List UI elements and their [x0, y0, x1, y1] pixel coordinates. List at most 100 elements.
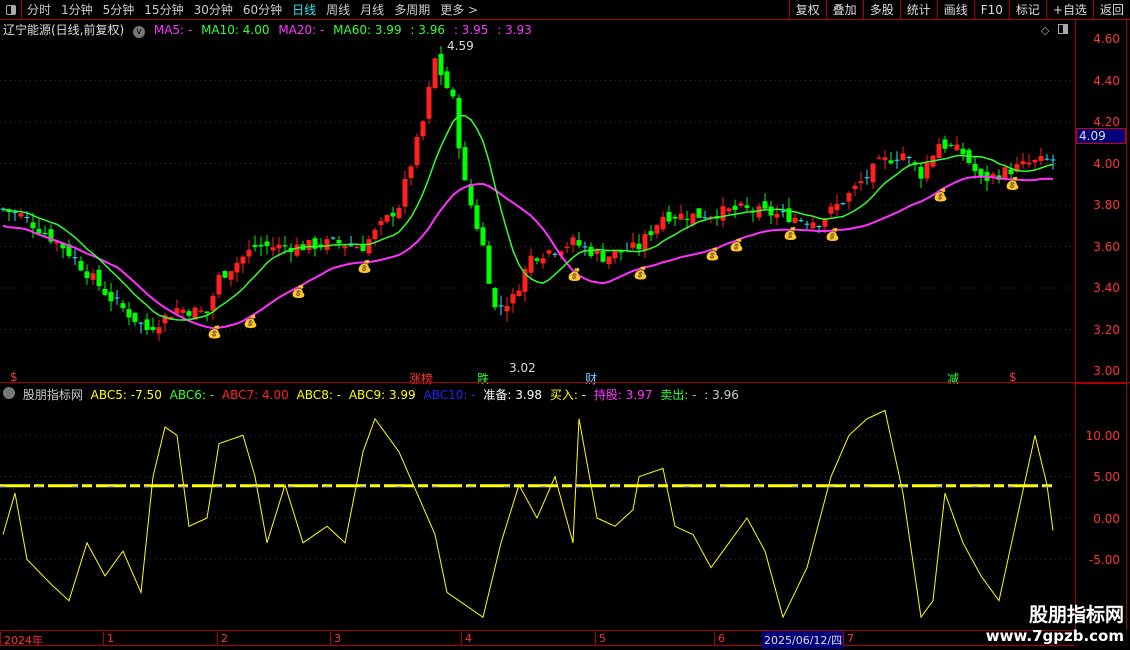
candle-body [432, 58, 438, 89]
candle-body [642, 234, 648, 250]
period-tab[interactable]: 60分钟 [238, 1, 287, 18]
candle-body [396, 207, 402, 219]
money-bag-icon: 💰 [705, 247, 720, 261]
money-bag-icon: 💰 [243, 315, 258, 329]
candle-body [948, 144, 954, 146]
toolbar-button[interactable]: 复权 [788, 0, 826, 20]
candle-body [444, 71, 450, 89]
date-label: 4 [461, 632, 472, 646]
price-tick: 3.20 [1093, 322, 1120, 337]
candle-body [900, 153, 906, 161]
candle-body [126, 309, 132, 318]
money-bag-icon: 💰 [1005, 176, 1020, 190]
candle-body [1008, 169, 1014, 175]
period-tab[interactable]: 5分钟 [98, 1, 140, 18]
price-tick: 3.80 [1093, 198, 1120, 212]
candle-body [756, 206, 762, 218]
candle-body [576, 240, 582, 246]
watermark-url: www.7gpzb.com [985, 627, 1124, 645]
candle-body [528, 255, 534, 273]
money-bag-icon: 💰 [933, 188, 948, 202]
candle-body [186, 311, 192, 316]
candle-body [552, 253, 558, 255]
candle-body [246, 249, 252, 257]
kline-chart[interactable]: 💰 💰 💰 💰 💰 💰 💰 💰 💰 💰 💰 💰 [0, 0, 1075, 630]
candle-body [774, 213, 780, 218]
event-marker[interactable]: 涨榜 [407, 370, 435, 387]
candle-body [234, 262, 240, 273]
period-tab[interactable]: 周线 [321, 1, 355, 18]
candle-body [504, 305, 510, 312]
date-label: 7 [843, 632, 854, 646]
candle-body [828, 206, 834, 214]
candle-body [420, 121, 426, 137]
candle-body [978, 168, 984, 177]
candle-body [90, 273, 96, 280]
period-tab[interactable]: 分时 [22, 1, 56, 18]
toolbar-button[interactable]: 统计 [899, 0, 937, 20]
abc9-value: ABC9: 3.99 [348, 388, 416, 402]
period-tab[interactable]: 日线 [287, 1, 321, 18]
candle-body [648, 231, 654, 236]
hold-value: 持股: 3.97 [593, 388, 653, 402]
event-marker[interactable]: 财 [583, 370, 599, 387]
selected-date: 2025/06/12/四 [762, 631, 845, 649]
candle-body [882, 157, 888, 160]
date-label: 5 [595, 632, 606, 646]
sell-extra-value: : 3.96 [704, 388, 739, 402]
toolbar-button[interactable]: 画线 [936, 0, 974, 20]
ma60-value: MA60: 3.99 [333, 23, 402, 37]
candle-body [486, 245, 492, 284]
candle-body [594, 250, 600, 254]
candle-body [666, 211, 672, 222]
toolbar-button[interactable]: 返回 [1092, 0, 1130, 20]
toolbar-button[interactable]: F10 [973, 0, 1009, 20]
candle-body [216, 274, 222, 295]
toolbar-button[interactable]: 标记 [1008, 0, 1046, 20]
ma-short-line [2, 114, 1054, 321]
period-tab[interactable]: 1分钟 [56, 1, 98, 18]
candle-body [726, 208, 732, 212]
main-chart-legend: 辽宁能源(日线,前复权) v MA5: - MA10: 4.00 MA20: -… [3, 21, 537, 38]
candle-body [906, 157, 912, 159]
price-tick: 4.40 [1093, 73, 1120, 88]
ma-value-3: : 3.93 [497, 23, 532, 37]
sell-value: 卖出: - [660, 388, 697, 402]
candle-body [96, 269, 102, 287]
panel-divider[interactable] [0, 382, 1130, 383]
candle-body [438, 53, 444, 76]
panel-toggle-icon[interactable] [1058, 24, 1068, 34]
candle-body [744, 205, 750, 208]
money-bag-icon: 💰 [729, 238, 744, 252]
chevron-down-icon[interactable] [3, 387, 15, 399]
candle-body [222, 270, 228, 278]
toolbar-button[interactable]: 多股 [862, 0, 900, 20]
period-tab[interactable]: 30分钟 [189, 1, 238, 18]
candle-body [972, 163, 978, 171]
candle-body [330, 237, 336, 239]
candle-body [18, 213, 24, 217]
event-marker[interactable]: 跌 [475, 370, 491, 387]
money-bag-icon: 💰 [567, 268, 582, 282]
candle-body [1050, 159, 1056, 161]
period-tab[interactable]: 多周期 [389, 1, 435, 18]
candle-body [732, 205, 738, 210]
toolbar-button[interactable]: +自选 [1045, 0, 1093, 20]
event-marker[interactable]: 减 [945, 370, 961, 387]
indicator-tick: 10.00 [1085, 429, 1120, 443]
diamond-icon[interactable]: ◇ [1041, 24, 1049, 37]
period-tab[interactable]: 15分钟 [139, 1, 188, 18]
period-tab[interactable]: 更多 > [435, 1, 483, 18]
toolbar-button[interactable]: 叠加 [825, 0, 863, 20]
chevron-down-icon[interactable]: v [133, 26, 146, 38]
indicator-legend: 股朋指标网 ABC5: -7.50 ABC6: - ABC7: 4.00 ABC… [3, 386, 743, 403]
candle-body [78, 261, 84, 271]
period-tab[interactable]: 月线 [355, 1, 389, 18]
date-axis[interactable]: 2025/06/12/四 2024年 1 2 3 4 5 6 7 [0, 630, 1075, 649]
candle-body [282, 245, 288, 247]
price-axis[interactable]: 4.09 4.60 4.40 4.20 4.00 3.80 3.60 3.40 3.20 3.0… [1075, 20, 1127, 630]
candle-body [636, 243, 642, 249]
sidebar-toggle-button[interactable] [0, 0, 22, 20]
candle-body [678, 213, 684, 220]
candle-body [564, 246, 570, 249]
